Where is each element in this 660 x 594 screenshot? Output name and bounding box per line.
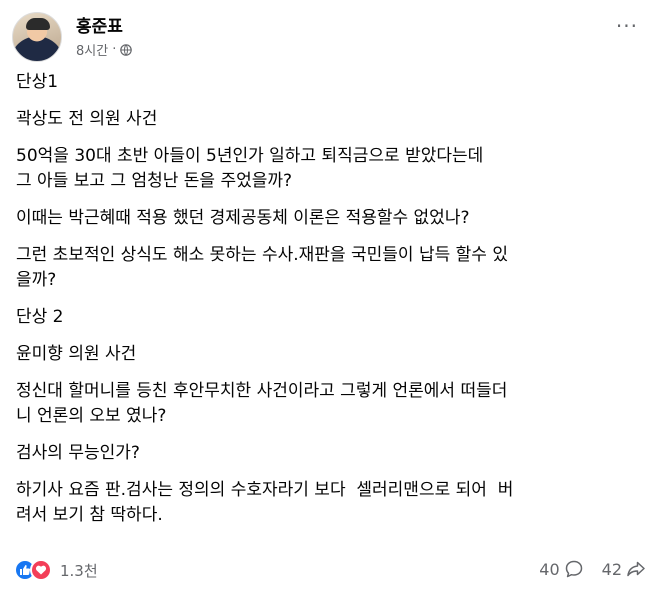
comments-count: 40 (539, 559, 560, 579)
author-name[interactable]: 홍준표 (76, 12, 123, 37)
comments-stat[interactable]: 40 (539, 559, 583, 579)
avatar[interactable] (12, 12, 62, 62)
engagement-stats: 40 42 (539, 559, 646, 579)
love-icon (30, 559, 52, 581)
comment-icon (565, 560, 582, 578)
post-footer: 1.3천 40 42 (14, 555, 646, 585)
globe-icon[interactable] (120, 43, 133, 56)
post-paragraph: 단상1 (16, 72, 59, 92)
post-meta: 8시간 · (76, 40, 133, 59)
post-paragraph: 50억을 30대 초반 아들이 5년인가 일하고 퇴직금으로 받았다는데 그 아… (16, 146, 484, 191)
reactions-summary[interactable]: 1.3천 (14, 559, 98, 581)
post-paragraph: 윤미향 의원 사건 (16, 344, 137, 364)
shares-stat[interactable]: 42 (602, 559, 646, 579)
more-options-icon[interactable]: ··· (616, 16, 638, 36)
post-paragraph: 그런 초보적인 상식도 해소 못하는 수사.재판을 국민들이 납득 할수 있 을… (16, 245, 508, 290)
post-paragraph: 검사의 무능인가? (16, 443, 140, 463)
post-paragraph: 단상 2 (16, 307, 64, 327)
share-icon (627, 561, 645, 577)
post-paragraph: 이때는 박근혜때 적용 했던 경제공동체 이론은 적용할수 없었나? (16, 208, 470, 228)
reactions-count: 1.3천 (60, 561, 98, 580)
post-paragraph: 곽상도 전 의원 사건 (16, 109, 158, 129)
post-time[interactable]: 8시간 (76, 40, 108, 59)
post-paragraph: 하기사 요즘 판.검사는 정의의 수호자라기 보다 셀러리맨으로 되어 버 려서… (16, 480, 514, 525)
post-header: 홍준표 8시간 · ··· (12, 10, 648, 66)
shares-count: 42 (601, 559, 622, 579)
post-content: 단상1 곽상도 전 의원 사건 50억을 30대 초반 아들이 5년인가 일하고… (16, 70, 644, 540)
post-paragraph: 정신대 할머니를 등친 후안무치한 사건이라고 그렇게 언론에서 떠들더 니 언… (16, 381, 508, 426)
